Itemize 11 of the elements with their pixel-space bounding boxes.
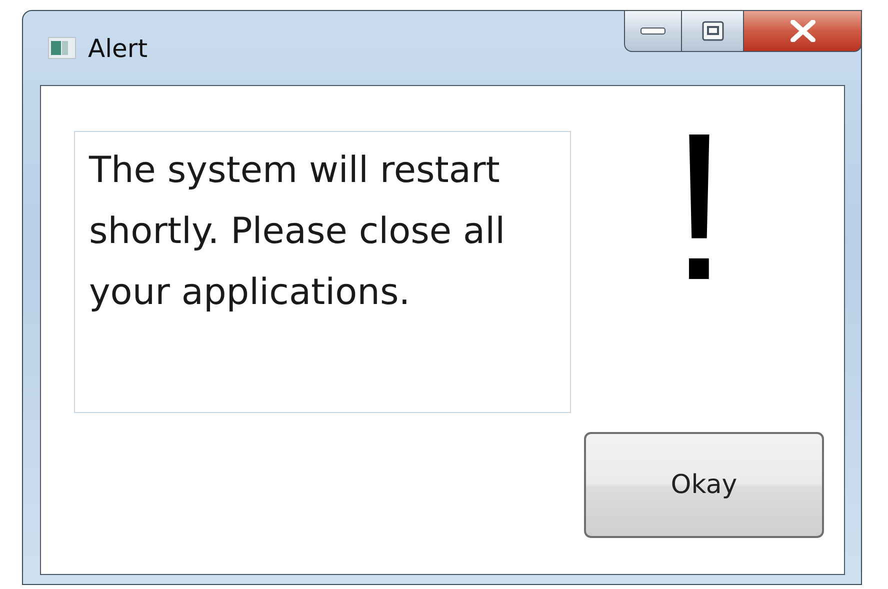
window-icon bbox=[48, 37, 76, 59]
window-title: Alert bbox=[88, 34, 148, 62]
okay-button[interactable]: Okay bbox=[584, 432, 824, 538]
maximize-icon bbox=[702, 21, 724, 41]
close-button[interactable] bbox=[744, 10, 862, 52]
close-icon bbox=[788, 20, 818, 42]
minimize-icon bbox=[640, 26, 666, 36]
message-box[interactable]: The system will restart shortly. Please close all your applications. bbox=[74, 131, 571, 413]
minimize-button[interactable] bbox=[624, 10, 682, 52]
exclamation-mark: ! bbox=[670, 102, 728, 312]
maximize-button[interactable] bbox=[682, 10, 744, 52]
